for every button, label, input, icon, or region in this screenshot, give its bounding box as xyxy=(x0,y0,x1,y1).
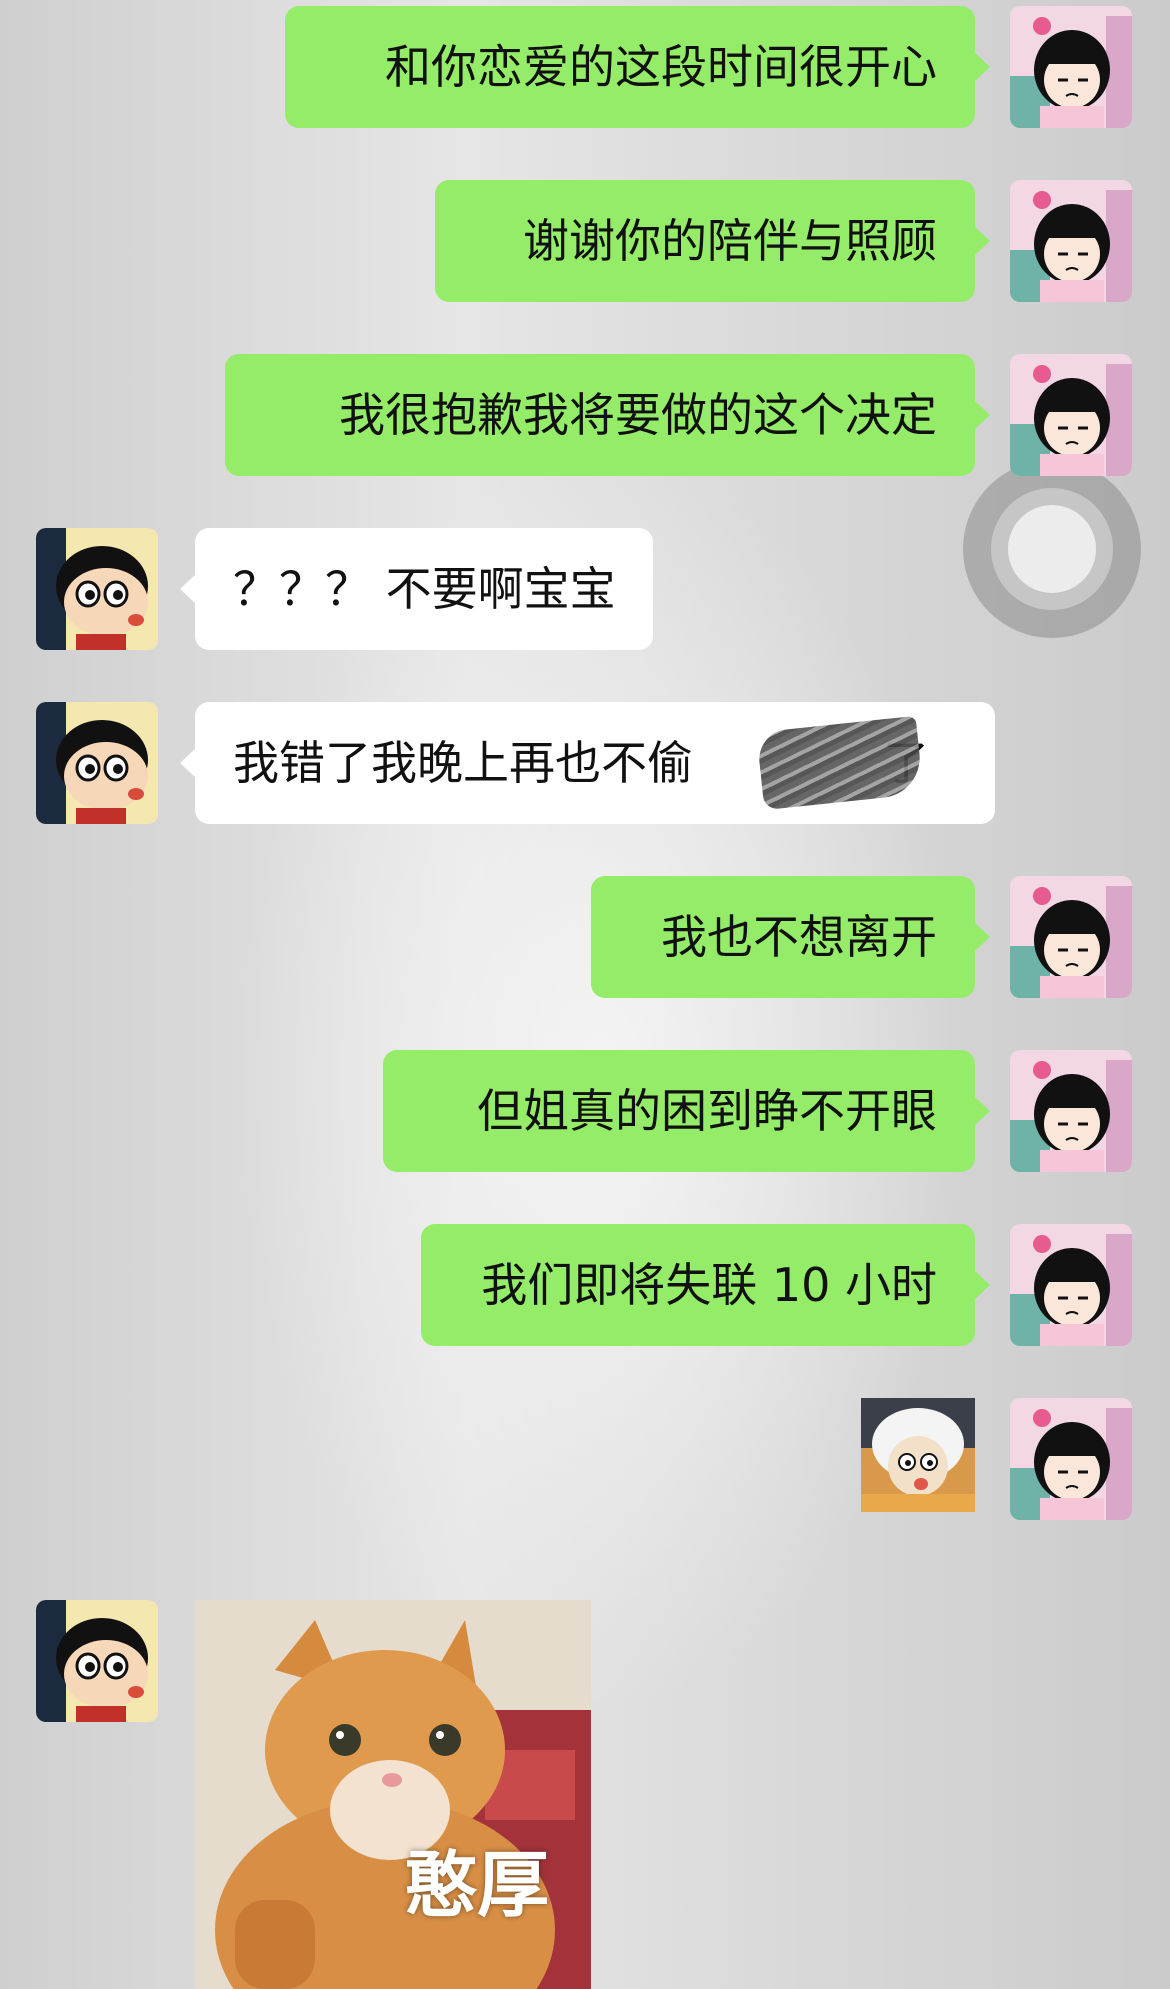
message-text: ？？？ 不要啊宝宝 xyxy=(233,562,616,616)
self-avatar[interactable] xyxy=(1010,354,1132,476)
girl-cartoon-avatar-icon xyxy=(1010,6,1132,128)
other-avatar[interactable] xyxy=(36,1600,158,1722)
other-avatar[interactable] xyxy=(36,702,158,824)
self-avatar[interactable] xyxy=(1010,180,1132,302)
self-avatar[interactable] xyxy=(1010,6,1132,128)
other-avatar[interactable] xyxy=(36,528,158,650)
message-text: 我也不想离开 xyxy=(661,910,937,964)
orange-cat-meme-image[interactable]: 憨厚 xyxy=(195,1600,591,1989)
boy-cartoon-avatar-icon xyxy=(36,528,158,650)
meme-caption: 憨厚 xyxy=(405,1843,550,1927)
message-text: 谢谢你的陪伴与照顾 xyxy=(523,214,937,268)
sent-message-bubble[interactable]: 我们即将失联 10 小时 xyxy=(421,1224,990,1346)
assistive-touch-button[interactable] xyxy=(963,460,1141,638)
boy-cartoon-avatar-icon xyxy=(36,1600,158,1722)
girl-cartoon-avatar-icon xyxy=(1010,1224,1132,1346)
girl-cartoon-avatar-icon xyxy=(1010,354,1132,476)
received-message-bubble[interactable]: ？？？ 不要啊宝宝 xyxy=(180,528,653,650)
boy-cartoon-avatar-icon xyxy=(36,702,158,824)
received-message-bubble[interactable]: 我错了我晚上再也不偷了 xyxy=(180,702,995,824)
message-text: 我错了我晚上再也不偷 xyxy=(233,736,693,790)
sheep-sticker-icon[interactable] xyxy=(861,1398,975,1512)
girl-cartoon-avatar-icon xyxy=(1010,876,1132,998)
message-text: 我很抱歉我将要做的这个决定 xyxy=(339,388,937,442)
sent-message-bubble[interactable]: 但姐真的困到睁不开眼 xyxy=(383,1050,990,1172)
sent-message-bubble[interactable]: 我很抱歉我将要做的这个决定 xyxy=(225,354,990,476)
message-text: 我们即将失联 10 小时 xyxy=(481,1258,937,1312)
message-text: 和你恋爱的这段时间很开心 xyxy=(385,40,937,94)
sent-message-bubble[interactable]: 和你恋爱的这段时间很开心 xyxy=(285,6,990,128)
sent-message-bubble[interactable]: 谢谢你的陪伴与照顾 xyxy=(435,180,990,302)
sent-message-bubble[interactable]: 我也不想离开 xyxy=(591,876,990,998)
girl-cartoon-avatar-icon xyxy=(1010,1398,1132,1520)
message-text: 但姐真的困到睁不开眼 xyxy=(477,1084,937,1138)
self-avatar[interactable] xyxy=(1010,1050,1132,1172)
self-avatar[interactable] xyxy=(1010,876,1132,998)
censor-scribble xyxy=(756,715,924,811)
girl-cartoon-avatar-icon xyxy=(1010,180,1132,302)
self-avatar[interactable] xyxy=(1010,1224,1132,1346)
girl-cartoon-avatar-icon xyxy=(1010,1050,1132,1172)
self-avatar[interactable] xyxy=(1010,1398,1132,1520)
